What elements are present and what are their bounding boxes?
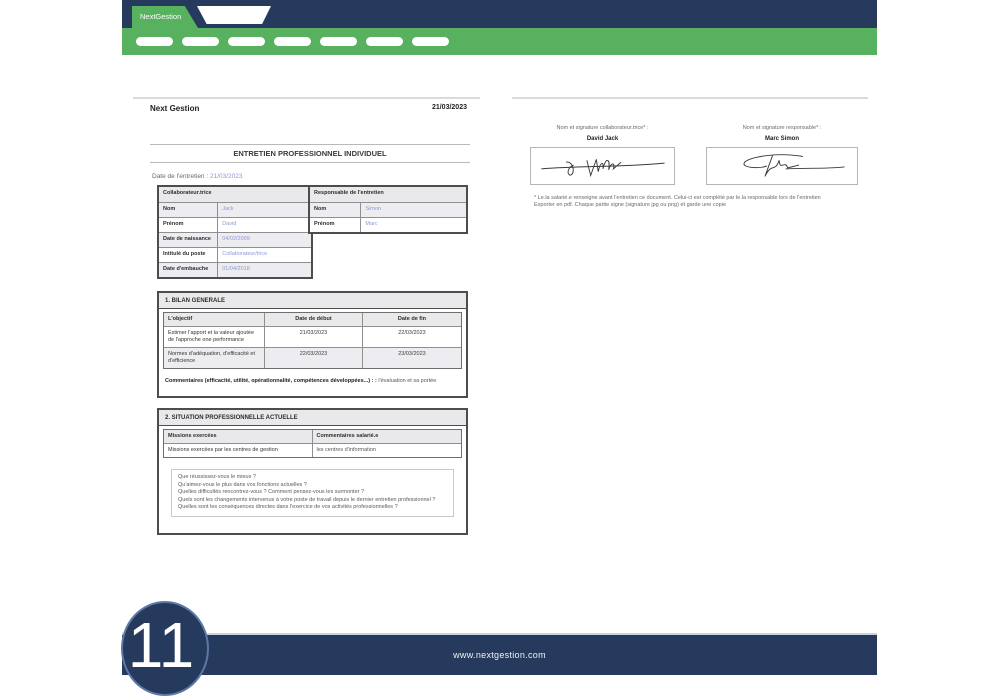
section-bilan-generale: 1. BILAN GENERALE L'objectif Date de déb… bbox=[157, 291, 468, 398]
question-line: Qu'aimez-vous le plus dans vos fonctions… bbox=[178, 482, 447, 490]
question-line: Que réussissez-vous le mieux ? bbox=[178, 474, 447, 482]
table-row: Missions exercées par les centres de ges… bbox=[164, 443, 461, 457]
responsable-signature-image bbox=[707, 148, 857, 184]
responsable-signature-box bbox=[706, 147, 858, 185]
comments-line: Commentaires (efficacité, utilité, opéra… bbox=[165, 378, 460, 385]
nav-menu-item[interactable] bbox=[136, 37, 173, 46]
responsable-signature-block: Nom et signature responsable* : Marc Sim… bbox=[706, 125, 858, 185]
collaborator-name: David Jack bbox=[530, 136, 675, 142]
responsable-signature-label: Nom et signature responsable* : bbox=[706, 125, 858, 131]
collaborator-signature-block: Nom et signature collaborateur.trice* : … bbox=[530, 125, 675, 185]
table-row: Estimer l'apport et la valeur ajoutée de… bbox=[164, 326, 461, 347]
objectives-table: L'objectif Date de début Date de fin Est… bbox=[163, 312, 462, 369]
collaborator-table-header: Collaborateur.trice bbox=[159, 187, 216, 202]
nav-menu-item[interactable] bbox=[274, 37, 311, 46]
table-row: Prénom David bbox=[159, 217, 311, 232]
doc-main-title: ENTRETIEN PROFESSIONNEL INDIVIDUEL bbox=[150, 144, 470, 163]
collaborator-table: Collaborateur.trice Nom Jack Prénom Davi… bbox=[157, 185, 313, 279]
collaborator-signature-box bbox=[530, 147, 675, 185]
nav-menu-item[interactable] bbox=[320, 37, 357, 46]
doc-header: Next Gestion 21/03/2023 bbox=[150, 104, 467, 113]
doc-title-small: Next Gestion bbox=[150, 104, 199, 113]
entretien-date-line: Date de l'entretien : 21/03/2023 bbox=[152, 173, 243, 180]
table-row: Nom Simon bbox=[310, 202, 466, 217]
question-line: Quelles sont les conséquences directes d… bbox=[178, 504, 447, 512]
table-row: Prénom Marc bbox=[310, 217, 466, 232]
table-row: Date de naissance 04/02/2009 bbox=[159, 232, 311, 247]
table-row: Nom Jack bbox=[159, 202, 311, 217]
entretien-date-label: Date de l'entretien : bbox=[152, 173, 208, 180]
responsable-table: Responsable de l'entretien Nom Simon Pré… bbox=[308, 185, 468, 234]
section-situation-professionnelle: 2. SITUATION PROFESSIONNELLE ACTUELLE Mi… bbox=[157, 408, 468, 535]
nav-menu-item[interactable] bbox=[412, 37, 449, 46]
section1-title: 1. BILAN GENERALE bbox=[159, 293, 466, 309]
secondary-tab[interactable] bbox=[197, 6, 271, 24]
collaborator-signature-label: Nom et signature collaborateur.trice* : bbox=[530, 125, 675, 131]
nav-menu-item[interactable] bbox=[228, 37, 265, 46]
entretien-date-value: 21/03/2023 bbox=[210, 173, 243, 180]
page-number-badge: 11 bbox=[121, 601, 209, 696]
question-line: Quels sont les changements intervenus à … bbox=[178, 497, 447, 505]
nav-menu-item[interactable] bbox=[366, 37, 403, 46]
table-row: Date d'embauche 01/04/2018 bbox=[159, 262, 311, 277]
responsable-name: Marc Simon bbox=[706, 136, 858, 142]
questions-box: Que réussissez-vous le mieux ? Qu'aimez-… bbox=[171, 469, 454, 517]
doc-date: 21/03/2023 bbox=[432, 104, 467, 113]
responsable-table-header: Responsable de l'entretien bbox=[310, 187, 388, 202]
nav-menu-bar bbox=[122, 28, 877, 55]
website-url: www.nextgestion.com bbox=[453, 650, 546, 660]
collaborator-signature-image bbox=[531, 148, 674, 184]
footer-bar: www.nextgestion.com bbox=[122, 633, 877, 675]
section2-title: 2. SITUATION PROFESSIONNELLE ACTUELLE bbox=[159, 410, 466, 426]
form-page: Next Gestion 21/03/2023 ENTRETIEN PROFES… bbox=[133, 97, 480, 557]
nav-menu-item[interactable] bbox=[182, 37, 219, 46]
missions-table: Missions exercées Commentaires salarié.e… bbox=[163, 429, 462, 458]
signature-page: Nom et signature collaborateur.trice* : … bbox=[512, 97, 868, 397]
table-row: Intitulé du poste Collaborateur/trice bbox=[159, 247, 311, 262]
signature-footnote: * Le.la salarié.e renseigne avant l'entr… bbox=[534, 195, 864, 209]
table-row: Normes d'adéquation, d'efficacité et d'e… bbox=[164, 347, 461, 368]
question-line: Quelles difficultés rencontrez-vous ? Co… bbox=[178, 489, 447, 497]
